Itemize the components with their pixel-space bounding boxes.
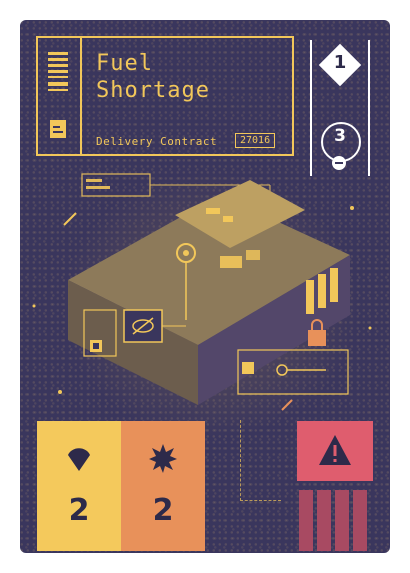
dashed-frame — [240, 420, 281, 501]
header-icon-strip — [38, 38, 82, 154]
cost-column: 1 3 — [310, 40, 370, 176]
stat-burst: 2 — [121, 421, 205, 551]
burst-icon — [149, 444, 177, 473]
hazard-panel — [297, 421, 373, 481]
teardrop-icon — [68, 448, 90, 471]
warning-icon — [319, 435, 351, 465]
card-header: Fuel Shortage Delivery Contract 27016 — [36, 36, 294, 156]
hazard-bars — [297, 490, 373, 551]
barcode-icon — [48, 52, 68, 138]
hazard-bar — [317, 490, 331, 551]
hazard-bar — [335, 490, 349, 551]
card-subtitle: Delivery Contract — [96, 135, 218, 148]
resource-value: 3 — [334, 126, 346, 146]
stat-teardrop: 2 — [37, 421, 121, 551]
stat-teardrop-value: 2 — [68, 493, 90, 528]
card-title: Fuel Shortage — [96, 51, 210, 103]
ship-illustration — [32, 173, 372, 411]
hazard-bar — [353, 490, 367, 551]
cost-value: 1 — [333, 52, 347, 73]
game-card[interactable]: Fuel Shortage Delivery Contract 27016 1 … — [20, 20, 390, 553]
hazard-bar — [299, 490, 313, 551]
card-code: 27016 — [235, 133, 276, 148]
stat-burst-value: 2 — [152, 493, 174, 528]
